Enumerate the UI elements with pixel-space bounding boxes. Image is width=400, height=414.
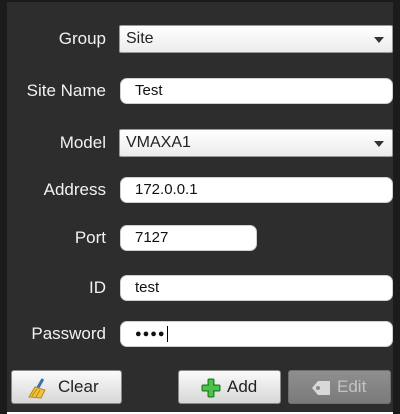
plus-icon <box>201 378 221 398</box>
password-field[interactable]: ●●●● <box>120 321 393 347</box>
port-row: Port 7127 <box>0 223 400 253</box>
chevron-down-icon <box>374 37 384 43</box>
id-row: ID test <box>0 273 400 303</box>
id-value: test <box>135 279 160 296</box>
address-value: 172.0.0.1 <box>135 181 198 198</box>
port-label: Port <box>74 228 106 247</box>
group-row: Group Site <box>0 24 400 54</box>
site-form-panel: Group Site Site Name Test Model VMAXA1 A… <box>0 0 400 414</box>
password-row: Password ●●●● <box>0 319 400 349</box>
group-select-value: Site <box>126 30 154 47</box>
broom-icon <box>28 378 46 399</box>
address-label: Address <box>43 180 106 199</box>
group-label: Group <box>58 29 106 48</box>
password-masked-value: ●●●● <box>135 328 166 340</box>
site-name-label: Site Name <box>26 81 106 100</box>
text-caret <box>166 326 168 343</box>
edit-button-label: Edit <box>337 377 367 396</box>
add-button[interactable]: Add <box>178 370 281 404</box>
site-name-value: Test <box>135 82 163 99</box>
model-row: Model VMAXA1 <box>0 128 400 158</box>
port-value: 7127 <box>135 229 169 246</box>
model-label: Model <box>59 133 106 152</box>
panel-right-edge <box>393 2 400 414</box>
tag-icon <box>312 381 330 395</box>
clear-button-label: Clear <box>58 377 99 396</box>
clear-button[interactable]: Clear <box>11 370 122 404</box>
site-name-row: Site Name Test <box>0 76 400 106</box>
port-field[interactable]: 7127 <box>120 225 257 251</box>
address-row: Address 172.0.0.1 <box>0 175 400 205</box>
model-select[interactable]: VMAXA1 <box>119 129 393 157</box>
chevron-down-icon <box>374 141 384 147</box>
group-select[interactable]: Site <box>119 25 393 53</box>
address-field[interactable]: 172.0.0.1 <box>120 177 393 203</box>
id-field[interactable]: test <box>120 275 393 301</box>
id-label: ID <box>89 278 106 297</box>
add-button-label: Add <box>227 377 258 396</box>
panel-left-edge <box>0 2 7 414</box>
password-label: Password <box>31 324 106 343</box>
site-name-field[interactable]: Test <box>120 78 393 104</box>
password-value-wrap: ●●●● <box>135 322 168 346</box>
edit-button[interactable]: Edit <box>288 370 391 404</box>
model-select-value: VMAXA1 <box>126 134 191 151</box>
